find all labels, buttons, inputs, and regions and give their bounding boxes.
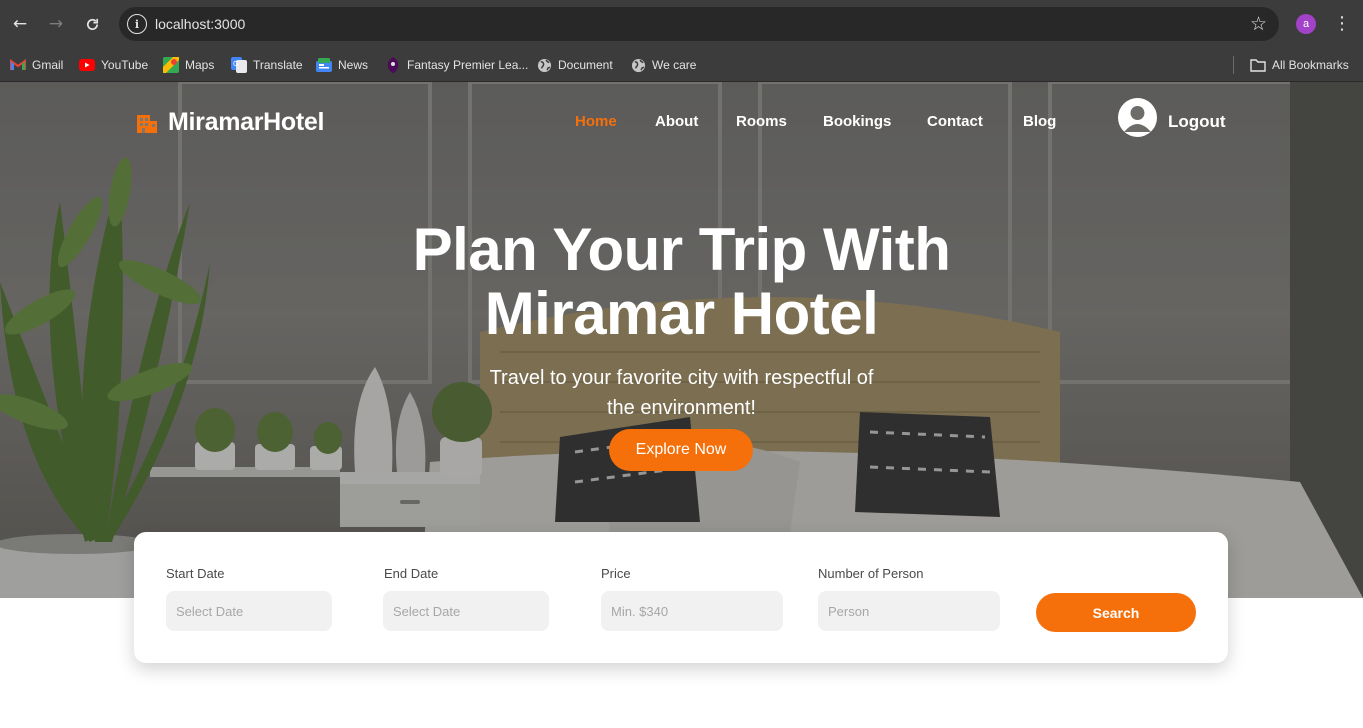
hero-title-line-1: Plan Your Trip With xyxy=(412,216,951,283)
site-info-icon[interactable]: i xyxy=(127,14,147,34)
youtube-icon xyxy=(79,57,95,73)
globe-icon xyxy=(630,57,646,73)
gmail-icon xyxy=(10,57,26,73)
all-bookmarks-label: All Bookmarks xyxy=(1272,58,1349,72)
brand-logo[interactable]: MiramarHotel xyxy=(136,108,324,137)
back-arrow-icon[interactable]: ← xyxy=(8,12,32,36)
reload-icon[interactable] xyxy=(80,12,104,36)
bookmark-label: Fantasy Premier Lea... xyxy=(407,58,529,72)
svg-text:G: G xyxy=(233,60,238,68)
hero-title-line-2: Miramar Hotel xyxy=(484,280,879,347)
bookmark-label: Gmail xyxy=(32,58,64,72)
nav-home[interactable]: Home xyxy=(575,113,617,130)
hotel-building-icon xyxy=(137,114,157,133)
premier-league-icon xyxy=(385,57,401,73)
explore-now-button[interactable]: Explore Now xyxy=(609,429,753,471)
browser-toolbar: ← → i localhost:3000 ☆ a ⋮ xyxy=(0,0,1363,48)
number-of-person-input[interactable] xyxy=(818,591,1000,631)
bookmark-translate[interactable]: G Translate xyxy=(231,54,303,76)
bookmark-youtube[interactable]: YouTube xyxy=(79,54,148,76)
news-icon xyxy=(316,57,332,73)
maps-icon xyxy=(163,57,179,73)
user-avatar-icon[interactable] xyxy=(1118,98,1157,137)
forward-arrow-icon[interactable]: → xyxy=(44,12,68,36)
start-date-input[interactable] xyxy=(166,591,332,631)
end-date-label: End Date xyxy=(384,566,439,581)
bookmark-label: We care xyxy=(652,58,697,72)
search-button[interactable]: Search xyxy=(1036,593,1196,632)
kebab-menu-icon[interactable]: ⋮ xyxy=(1332,12,1352,36)
site-header: MiramarHotel Home About Rooms Bookings C… xyxy=(0,82,1363,162)
bookmark-news[interactable]: News xyxy=(316,54,368,76)
bookmarks-divider xyxy=(1233,56,1234,74)
folder-icon xyxy=(1250,57,1266,73)
end-date-input[interactable] xyxy=(383,591,549,631)
translate-icon: G xyxy=(231,57,247,73)
hero-subtitle: Travel to your favorite city with respec… xyxy=(440,363,923,423)
nav-bookings[interactable]: Bookings xyxy=(823,113,891,130)
bookmark-fantasy-premier-league[interactable]: Fantasy Premier Lea... xyxy=(385,54,528,76)
number-of-person-label: Number of Person xyxy=(818,566,924,581)
address-bar[interactable]: i localhost:3000 ☆ xyxy=(119,7,1279,41)
bookmark-gmail[interactable]: Gmail xyxy=(10,54,63,76)
bookmarks-bar: Gmail YouTube Maps G Translate News Fant… xyxy=(0,48,1363,82)
brand-name: MiramarHotel xyxy=(168,108,325,136)
booking-search-card: Start Date End Date Price Number of Pers… xyxy=(134,532,1228,663)
start-date-label: Start Date xyxy=(166,566,225,581)
bookmark-star-icon[interactable]: ☆ xyxy=(1250,12,1267,36)
hero-subtitle-line-2: the environment! xyxy=(607,397,756,419)
all-bookmarks[interactable]: All Bookmarks xyxy=(1250,54,1349,76)
bookmark-label: Translate xyxy=(253,58,303,72)
nav-contact[interactable]: Contact xyxy=(927,113,983,130)
nav-rooms[interactable]: Rooms xyxy=(736,113,787,130)
hero-title: Plan Your Trip With Miramar Hotel xyxy=(300,218,1063,346)
nav-blog[interactable]: Blog xyxy=(1023,113,1056,130)
url-text[interactable]: localhost:3000 xyxy=(155,16,245,32)
price-input[interactable] xyxy=(601,591,783,631)
bookmark-label: Maps xyxy=(185,58,215,72)
price-label: Price xyxy=(601,566,631,581)
bookmark-label: YouTube xyxy=(101,58,149,72)
logout-link[interactable]: Logout xyxy=(1168,112,1226,132)
bookmark-document[interactable]: Document xyxy=(536,54,613,76)
bookmark-we-care[interactable]: We care xyxy=(630,54,696,76)
hero-subtitle-line-1: Travel to your favorite city with respec… xyxy=(489,367,874,389)
bookmark-label: Document xyxy=(558,58,613,72)
profile-avatar[interactable]: a xyxy=(1296,14,1316,34)
bookmark-maps[interactable]: Maps xyxy=(163,54,214,76)
nav-about[interactable]: About xyxy=(655,113,698,130)
globe-icon xyxy=(536,57,552,73)
bookmark-label: News xyxy=(338,58,369,72)
